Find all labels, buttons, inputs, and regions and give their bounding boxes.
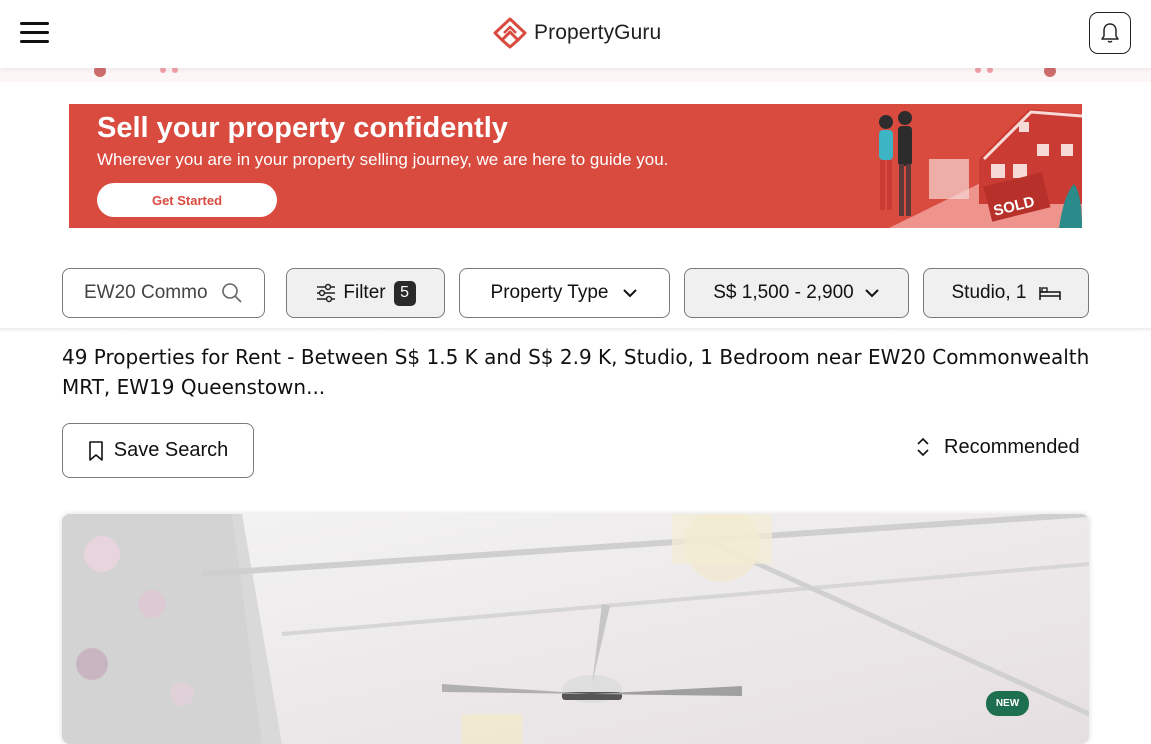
property-type-dropdown[interactable]: Property Type [459, 268, 670, 318]
listing-room-photo [62, 514, 1089, 744]
filter-button[interactable]: Filter 5 [286, 268, 445, 318]
bell-icon[interactable] [1089, 12, 1131, 54]
bookmark-icon [88, 440, 103, 461]
property-type-label: Property Type [490, 282, 609, 303]
propertyguru-logo[interactable]: PropertyGuru [492, 15, 661, 51]
filter-bar: EW20 Commo Filter 5 Property Type S$ 1,5… [0, 266, 1151, 332]
top-header: PropertyGuru [0, 0, 1151, 68]
price-range-dropdown[interactable]: S$ 1,500 - 2,900 [684, 268, 909, 318]
bedrooms-label: Studio, 1 [951, 282, 1027, 303]
filter-bar-divider [0, 328, 1151, 332]
banner-subtitle: Wherever you are in your property sellin… [97, 150, 669, 169]
sort-dropdown[interactable]: Recommended [916, 432, 1080, 462]
chevron-down-icon [865, 289, 879, 298]
filter-count-badge: 5 [393, 280, 416, 306]
new-listing-badge: NEW [986, 691, 1029, 716]
save-search-button[interactable]: Save Search [62, 423, 254, 478]
filter-label: Filter [343, 282, 386, 303]
get-started-button[interactable]: Get Started [97, 183, 277, 217]
search-icon [222, 283, 242, 303]
sort-chevrons-icon [917, 437, 929, 457]
sell-property-banner[interactable]: Sell your property confidently Wherever … [69, 104, 1082, 228]
listing-card-photo[interactable] [62, 514, 1089, 744]
propertyguru-logo-icon [493, 17, 527, 49]
bedrooms-dropdown[interactable]: Studio, 1 [923, 268, 1089, 318]
festive-decoration-strip [0, 65, 1151, 82]
hamburger-menu-icon[interactable] [20, 22, 49, 44]
chevron-down-icon [623, 289, 638, 298]
couple-house-illustration: SOLD [879, 109, 1082, 228]
bed-icon [1038, 287, 1061, 300]
price-range-label: S$ 1,500 - 2,900 [713, 282, 854, 303]
save-search-label: Save Search [113, 439, 229, 461]
results-heading: 49 Properties for Rent - Between S$ 1.5 … [62, 345, 1090, 399]
sliders-icon [317, 283, 336, 303]
brand-name: PropertyGuru [534, 21, 662, 44]
location-search-input[interactable]: EW20 Commo [62, 268, 265, 318]
sort-label: Recommended [944, 435, 1080, 458]
search-input-value: EW20 Commo [84, 282, 208, 303]
banner-title: Sell your property confidently [97, 112, 508, 144]
